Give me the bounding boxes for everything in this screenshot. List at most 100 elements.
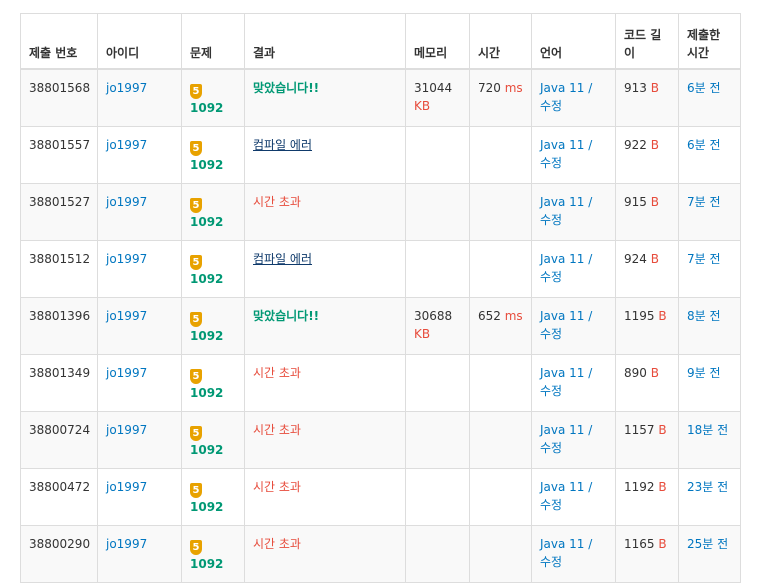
user-link[interactable]: jo1997: [106, 195, 147, 209]
submitted-time-cell: 6분 전: [678, 125, 741, 184]
edit-code-link[interactable]: 수정: [540, 498, 562, 512]
submission-id-cell: 38801396: [20, 296, 98, 355]
language-cell: Java 11 / 수정: [531, 182, 616, 241]
submitted-time-link[interactable]: 8분 전: [687, 309, 721, 323]
user-link[interactable]: jo1997: [106, 309, 147, 323]
submitted-time-link[interactable]: 9분 전: [687, 366, 721, 380]
code-length-value: 1195: [624, 308, 655, 323]
language-separator: /: [588, 479, 593, 494]
problem-link[interactable]: 1092: [190, 272, 223, 286]
submission-id: 38801527: [29, 194, 91, 209]
table-row: 38800290 jo1997 5 1092 시간 초과 Java 11 / 수정…: [20, 524, 741, 583]
submission-id: 38801512: [29, 251, 91, 266]
time-unit: ms: [504, 308, 523, 323]
user-link[interactable]: jo1997: [106, 480, 147, 494]
user-link[interactable]: jo1997: [106, 252, 147, 266]
code-length-value: 915: [624, 194, 647, 209]
submitted-time-link[interactable]: 18분 전: [687, 423, 728, 437]
submission-id-cell: 38800472: [20, 467, 98, 526]
user-link[interactable]: jo1997: [106, 366, 147, 380]
result-text: 맞았습니다!!: [253, 308, 320, 323]
problem-link[interactable]: 1092: [190, 215, 223, 229]
language-separator: /: [588, 308, 593, 323]
language-link[interactable]: Java 11: [540, 423, 584, 437]
table-row: 38801396 jo1997 5 1092 맞았습니다!! 30688 KB 65…: [20, 296, 741, 355]
edit-code-link[interactable]: 수정: [540, 270, 562, 284]
code-length-cell: 915 B: [615, 182, 679, 241]
language-link[interactable]: Java 11: [540, 195, 584, 209]
language-separator: /: [588, 80, 593, 95]
language-link[interactable]: Java 11: [540, 138, 584, 152]
problem-link[interactable]: 1092: [190, 386, 223, 400]
edit-code-link[interactable]: 수정: [540, 327, 562, 341]
table-row: 38800472 jo1997 5 1092 시간 초과 Java 11 / 수정…: [20, 467, 741, 526]
submitted-time-link[interactable]: 7분 전: [687, 252, 721, 266]
submitted-time-link[interactable]: 23분 전: [687, 480, 728, 494]
time-cell: [469, 182, 532, 241]
problem-link[interactable]: 1092: [190, 329, 223, 343]
tier-badge-icon: 5: [190, 140, 202, 156]
code-length-unit: B: [658, 479, 667, 494]
result-cell: 컴파일 에러: [244, 125, 406, 184]
submitted-time-link[interactable]: 25분 전: [687, 537, 728, 551]
memory-cell: [405, 182, 470, 241]
language-cell: Java 11 / 수정: [531, 410, 616, 469]
code-length-cell: 1165 B: [615, 524, 679, 583]
result-cell: 시간 초과: [244, 524, 406, 583]
problem-link[interactable]: 1092: [190, 443, 223, 457]
code-length-unit: B: [658, 308, 667, 323]
user-link[interactable]: jo1997: [106, 537, 147, 551]
language-link[interactable]: Java 11: [540, 480, 584, 494]
language-link[interactable]: Java 11: [540, 252, 584, 266]
result-cell: 맞았습니다!!: [244, 296, 406, 355]
user-link[interactable]: jo1997: [106, 81, 147, 95]
submission-id: 38800290: [29, 536, 91, 551]
language-link[interactable]: Java 11: [540, 366, 584, 380]
language-link[interactable]: Java 11: [540, 309, 584, 323]
language-cell: Java 11 / 수정: [531, 296, 616, 355]
table-row: 38801557 jo1997 5 1092 컴파일 에러 Java 11 / 수…: [20, 125, 741, 184]
result-cell: 맞았습니다!!: [244, 68, 406, 127]
header-time: 시간: [469, 13, 532, 70]
submission-id: 38800724: [29, 422, 91, 437]
tier-badge-icon: 5: [190, 482, 202, 498]
tier-badge-icon: 5: [190, 311, 202, 327]
code-length-unit: B: [658, 422, 667, 437]
submission-id-cell: 38800724: [20, 410, 98, 469]
problem-cell: 5 1092: [181, 182, 245, 241]
submitted-time-link[interactable]: 6분 전: [687, 81, 721, 95]
edit-code-link[interactable]: 수정: [540, 213, 562, 227]
submission-id: 38801396: [29, 308, 91, 323]
language-link[interactable]: Java 11: [540, 537, 584, 551]
edit-code-link[interactable]: 수정: [540, 384, 562, 398]
result-text: 맞았습니다!!: [253, 80, 320, 95]
header-user-id: 아이디: [97, 13, 182, 70]
time-value: 720: [478, 80, 501, 95]
problem-link[interactable]: 1092: [190, 557, 223, 571]
edit-code-link[interactable]: 수정: [540, 99, 562, 113]
submitted-time-link[interactable]: 6분 전: [687, 138, 721, 152]
user-link[interactable]: jo1997: [106, 138, 147, 152]
time-cell: [469, 410, 532, 469]
edit-code-link[interactable]: 수정: [540, 156, 562, 170]
header-submitted-time: 제출한 시간: [678, 13, 741, 70]
submission-id: 38801349: [29, 365, 91, 380]
problem-cell: 5 1092: [181, 68, 245, 127]
tier-badge-icon: 5: [190, 368, 202, 384]
language-cell: Java 11 / 수정: [531, 125, 616, 184]
submitted-time-cell: 25분 전: [678, 524, 741, 583]
submitted-time-link[interactable]: 7분 전: [687, 195, 721, 209]
user-link[interactable]: jo1997: [106, 423, 147, 437]
result-text: 시간 초과: [253, 422, 301, 437]
submitted-time-cell: 8분 전: [678, 296, 741, 355]
problem-link[interactable]: 1092: [190, 158, 223, 172]
user-cell: jo1997: [97, 524, 182, 583]
edit-code-link[interactable]: 수정: [540, 555, 562, 569]
result-text: 시간 초과: [253, 536, 301, 551]
language-link[interactable]: Java 11: [540, 81, 584, 95]
edit-code-link[interactable]: 수정: [540, 441, 562, 455]
time-cell: 720 ms: [469, 68, 532, 127]
problem-link[interactable]: 1092: [190, 101, 223, 115]
problem-link[interactable]: 1092: [190, 500, 223, 514]
time-cell: [469, 353, 532, 412]
